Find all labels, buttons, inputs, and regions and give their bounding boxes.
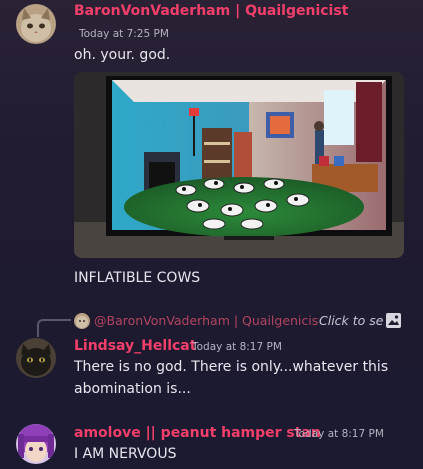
reply-avatar [74,313,90,329]
timestamp[interactable]: Today at 8:17 PM [294,428,384,440]
living-room-photo [74,72,404,258]
message-text: oh. your. god. [74,47,171,63]
reply-author[interactable]: @BaronVonVaderham | Quailgenicist [94,313,323,328]
avatar-black-cat[interactable] [16,338,56,378]
attachment-caption: INFLATIBLE COWS [74,270,201,286]
image-icon [385,312,402,329]
message-3: amolove || peanut hamper stan Today at 8… [0,420,423,469]
author-name[interactable]: amolove || peanut hamper stan [74,425,321,441]
timestamp[interactable]: Today at 8:17 PM [192,341,282,353]
author-name[interactable]: Lindsay_Hellcat [74,338,196,354]
reply-click-to-see[interactable]: Click to se [319,313,386,328]
avatar-cat[interactable] [16,4,56,44]
image-attachment[interactable] [74,72,404,258]
message-1: BaronVonVaderham | Quailgenicist Today a… [0,0,423,300]
reply-preview[interactable]: @BaronVonVaderham | Quailgenicist Click … [74,312,419,332]
message-2: Lindsay_Hellcat Today at 8:17 PM There i… [0,330,423,410]
message-text: abomination is... [74,381,191,397]
avatar-anime[interactable] [16,424,56,464]
author-name[interactable]: BaronVonVaderham | Quailgenicist [74,3,348,19]
message-text: I AM NERVOUS [74,446,177,462]
timestamp[interactable]: Today at 7:25 PM [79,28,169,40]
message-text: There is no god. There is only...whateve… [74,359,389,375]
